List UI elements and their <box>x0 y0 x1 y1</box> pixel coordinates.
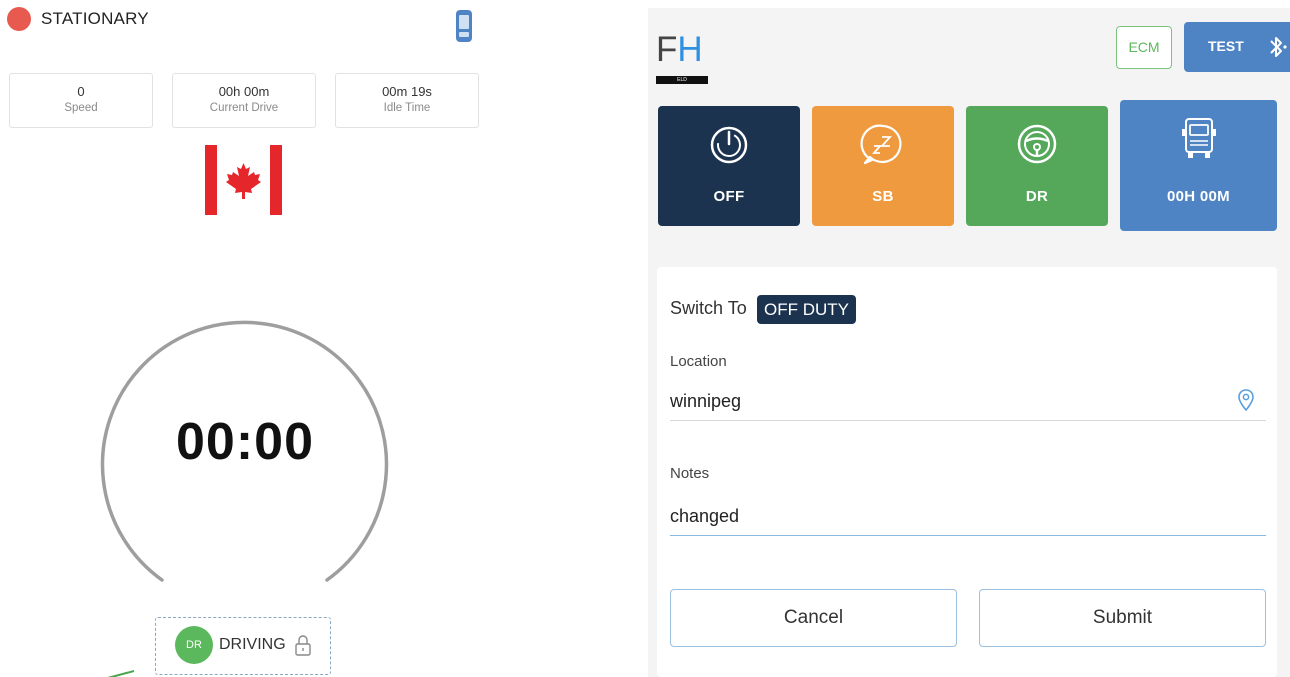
duty-tile-sb-label: SB <box>872 188 894 205</box>
duty-tile-on-time-label: 00H 00M <box>1167 188 1230 205</box>
status-change-form: Switch To OFF DUTY Location Notes Cancel… <box>657 267 1277 677</box>
stat-current-drive: 00h 00m Current Drive <box>172 73 316 128</box>
app-logo: FH ELD <box>656 12 708 85</box>
pointer-arrow-icon <box>107 670 135 677</box>
driving-status-box[interactable]: DR DRIVING <box>155 617 331 675</box>
duty-tile-dr[interactable]: DR <box>966 106 1108 226</box>
location-input[interactable] <box>670 381 1266 421</box>
notes-label: Notes <box>670 465 710 482</box>
canada-flag-icon <box>205 145 282 215</box>
location-pin-icon[interactable] <box>1237 388 1255 414</box>
ecm-button[interactable]: ECM <box>1116 26 1172 69</box>
lock-icon[interactable] <box>294 634 312 656</box>
cancel-button[interactable]: Cancel <box>670 589 957 647</box>
logo-bar-text: ELD <box>677 77 687 83</box>
current-drive-value: 00h 00m <box>218 84 270 99</box>
test-bluetooth-button[interactable]: TEST <box>1184 22 1290 72</box>
logo-letter-h: H <box>677 30 703 69</box>
logo-bar: ELD <box>656 76 708 84</box>
idle-time-label: Idle Time <box>383 102 431 114</box>
stat-speed: 0 Speed <box>9 73 153 128</box>
switch-to-status-badge: OFF DUTY <box>757 295 856 324</box>
phone-device-icon[interactable] <box>455 9 473 43</box>
truck-icon <box>1181 118 1216 158</box>
duty-tile-off[interactable]: OFF <box>658 106 800 226</box>
bluetooth-icon <box>1270 37 1287 57</box>
status-text: STATIONARY <box>41 9 149 28</box>
notes-input[interactable] <box>670 496 1266 536</box>
speed-label: Speed <box>64 102 98 114</box>
submit-button[interactable]: Submit <box>979 589 1266 647</box>
logo-text: FH <box>656 30 703 70</box>
current-drive-label: Current Drive <box>209 102 279 114</box>
duty-status-panel: FH ELD ECM TEST OFF SB DR 00H 00M Switch… <box>648 8 1290 677</box>
location-label: Location <box>670 353 727 370</box>
duty-tile-off-label: OFF <box>713 188 745 205</box>
duty-tile-sb[interactable]: SB <box>812 106 954 226</box>
idle-time-value: 00m 19s <box>382 84 432 99</box>
status-indicator-dot <box>7 7 31 31</box>
sleep-icon <box>860 124 902 165</box>
driving-label: DRIVING <box>219 636 286 653</box>
drive-timer: 00:00 <box>176 413 314 471</box>
steering-wheel-icon <box>1017 124 1057 164</box>
stat-idle-time: 00m 19s Idle Time <box>335 73 479 128</box>
logo-letter-f: F <box>656 30 678 69</box>
driving-monitor-panel: STATIONARY 0 Speed 00h 00m Current Drive… <box>0 0 495 677</box>
duty-tile-on-time[interactable]: 00H 00M <box>1120 100 1277 231</box>
power-icon <box>710 126 748 164</box>
switch-to-label: Switch To <box>670 298 747 318</box>
speed-value: 0 <box>77 84 85 99</box>
dr-badge: DR <box>175 626 213 664</box>
test-label: TEST <box>1208 38 1244 54</box>
duty-tile-dr-label: DR <box>1025 188 1049 205</box>
